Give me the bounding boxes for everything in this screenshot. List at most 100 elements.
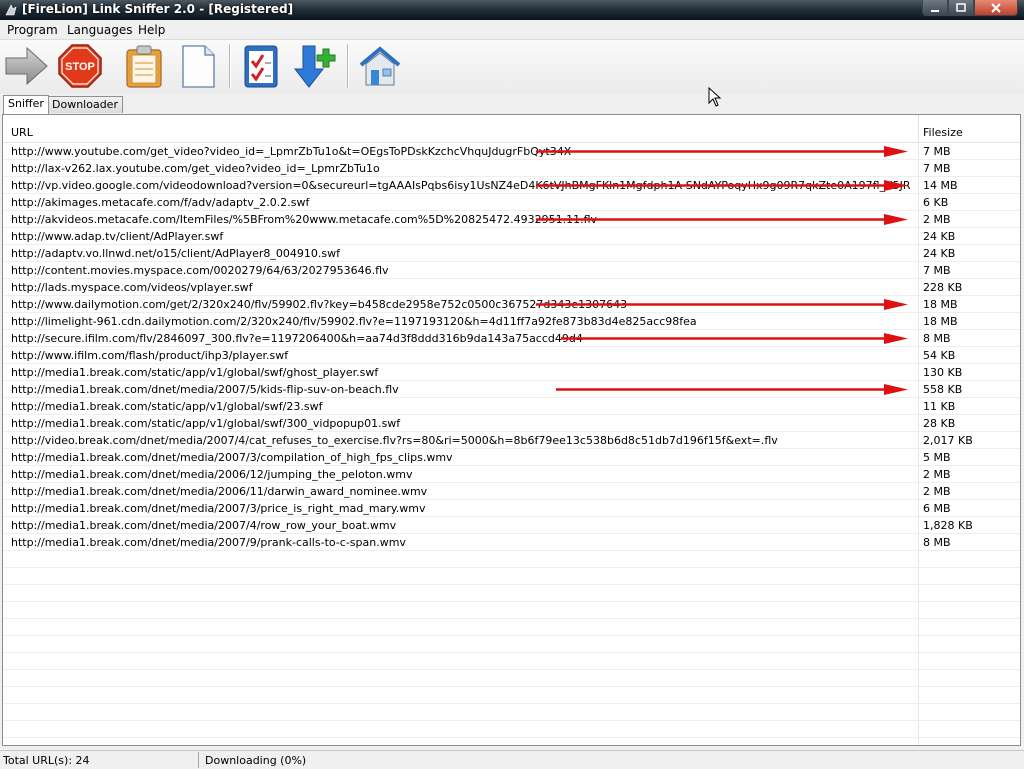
start-button[interactable] [2,42,50,90]
paste-button[interactable] [120,42,168,90]
empty-row [3,687,1020,704]
filesize-cell: 2 MB [923,485,951,498]
toolbar-separator [347,44,349,88]
home-icon [359,46,401,86]
filesize-cell: 2 MB [923,213,951,226]
filesize-cell: 54 KB [923,349,956,362]
filesize-cell: 28 KB [923,417,956,430]
filesize-cell: 24 KB [923,230,956,243]
clipboard-icon [126,45,162,88]
check-list-button[interactable] [238,42,286,90]
table-row[interactable]: http://lax-v262.lax.youtube.com/get_vide… [3,160,1020,177]
maximize-button[interactable] [948,0,974,16]
table-row[interactable]: http://video.break.com/dnet/media/2007/4… [3,432,1020,449]
toolbar-separator [229,44,231,88]
url-cell: http://media1.break.com/dnet/media/2007/… [11,502,426,515]
filesize-cell: 18 MB [923,315,958,328]
url-cell: http://video.break.com/dnet/media/2007/4… [11,434,778,447]
table-row[interactable]: http://www.youtube.com/get_video?video_i… [3,143,1020,160]
url-cell: http://vp.video.google.com/videodownload… [11,179,911,192]
table-row[interactable]: http://media1.break.com/dnet/media/2007/… [3,449,1020,466]
filesize-cell: 14 MB [923,179,958,192]
url-cell: http://media1.break.com/static/app/v1/gl… [11,417,401,430]
url-cell: http://www.dailymotion.com/get/2/320x240… [11,298,628,311]
table-row[interactable]: http://content.movies.myspace.com/002027… [3,262,1020,279]
url-cell: http://media1.break.com/dnet/media/2006/… [11,485,428,498]
download-progress-label: Downloading (0%) [205,754,307,767]
table-row[interactable]: http://media1.break.com/dnet/media/2006/… [3,483,1020,500]
url-cell: http://media1.break.com/static/app/v1/gl… [11,400,323,413]
url-cell: http://secure.ifilm.com/flv/2846097_300.… [11,332,583,345]
filesize-cell: 6 KB [923,196,949,209]
menu-bar: Program Languages Help [0,20,1024,40]
table-row[interactable]: http://media1.break.com/dnet/media/2007/… [3,517,1020,534]
table-row[interactable]: http://limelight-961.cdn.dailymotion.com… [3,313,1020,330]
filesize-cell: 11 KB [923,400,956,413]
filesize-cell: 6 MB [923,502,951,515]
url-cell: http://akvideos.metacafe.com/ItemFiles/%… [11,213,598,226]
menu-program[interactable]: Program [7,23,58,37]
column-header-filesize[interactable]: Filesize [923,126,963,139]
filesize-cell: 558 KB [923,383,963,396]
right-arrow-icon [5,46,48,86]
status-divider [198,752,199,768]
url-cell: http://www.adap.tv/client/AdPlayer.swf [11,230,224,243]
add-download-button[interactable] [292,42,340,90]
filesize-cell: 7 MB [923,264,951,277]
total-urls-label: Total URL(s): 24 [3,754,90,767]
empty-row [3,653,1020,670]
new-button[interactable] [174,42,222,90]
filesize-cell: 8 MB [923,536,951,549]
home-button[interactable] [356,42,404,90]
table-row[interactable]: http://akimages.metacafe.com/f/adv/adapt… [3,194,1020,211]
column-divider[interactable] [918,115,919,142]
filesize-cell: 1,828 KB [923,519,973,532]
table-row[interactable]: http://vp.video.google.com/videodownload… [3,177,1020,194]
table-row[interactable]: http://www.ifilm.com/flash/product/ihp3/… [3,347,1020,364]
app-icon [4,3,18,17]
table-row[interactable]: http://media1.break.com/static/app/v1/gl… [3,415,1020,432]
filesize-cell: 24 KB [923,247,956,260]
tab-downloader[interactable]: Downloader [47,96,123,113]
title-bar[interactable]: [FireLion] Link Sniffer 2.0 - [Registere… [0,0,1024,20]
empty-row [3,636,1020,653]
table-row[interactable]: http://adaptv.vo.llnwd.net/o15/client/Ad… [3,245,1020,262]
table-row[interactable]: http://media1.break.com/dnet/media/2006/… [3,466,1020,483]
url-cell: http://limelight-961.cdn.dailymotion.com… [11,315,697,328]
column-header-url[interactable]: URL [11,126,33,139]
empty-row [3,619,1020,636]
mouse-cursor-icon [708,86,722,110]
url-list[interactable]: URL Filesize http://www.youtube.com/get_… [2,114,1021,746]
table-row[interactable]: http://www.dailymotion.com/get/2/320x240… [3,296,1020,313]
url-cell: http://lads.myspace.com/videos/vplayer.s… [11,281,253,294]
menu-languages[interactable]: Languages [67,23,132,37]
table-row[interactable]: http://www.adap.tv/client/AdPlayer.swf 24… [3,228,1020,245]
empty-row [3,704,1020,721]
table-row[interactable]: http://media1.break.com/dnet/media/2007/… [3,381,1020,398]
url-cell: http://media1.break.com/dnet/media/2007/… [11,451,453,464]
list-rows: http://www.youtube.com/get_video?video_i… [3,143,1020,738]
tab-strip: Sniffer Downloader [0,95,1024,114]
blank-page-icon [182,45,215,88]
url-cell: http://akimages.metacafe.com/f/adv/adapt… [11,196,310,209]
window-title: [FireLion] Link Sniffer 2.0 - [Registere… [22,2,294,16]
download-plus-icon [293,45,336,88]
table-row[interactable]: http://media1.break.com/static/app/v1/gl… [3,398,1020,415]
menu-help[interactable]: Help [138,23,165,37]
table-row[interactable]: http://media1.break.com/dnet/media/2007/… [3,500,1020,517]
table-row[interactable]: http://secure.ifilm.com/flv/2846097_300.… [3,330,1020,347]
stop-button[interactable]: STOP [56,42,104,90]
url-cell: http://www.ifilm.com/flash/product/ihp3/… [11,349,289,362]
url-cell: http://www.youtube.com/get_video?video_i… [11,145,572,158]
table-row[interactable]: http://media1.break.com/static/app/v1/gl… [3,364,1020,381]
tab-sniffer[interactable]: Sniffer [3,95,49,114]
table-row[interactable]: http://akvideos.metacafe.com/ItemFiles/%… [3,211,1020,228]
table-row[interactable]: http://lads.myspace.com/videos/vplayer.s… [3,279,1020,296]
empty-row [3,670,1020,687]
minimize-button[interactable] [922,0,948,16]
close-button[interactable] [974,0,1018,16]
table-row[interactable]: http://media1.break.com/dnet/media/2007/… [3,534,1020,551]
url-cell: http://adaptv.vo.llnwd.net/o15/client/Ad… [11,247,340,260]
url-cell: http://media1.break.com/dnet/media/2007/… [11,536,406,549]
filesize-cell: 18 MB [923,298,958,311]
